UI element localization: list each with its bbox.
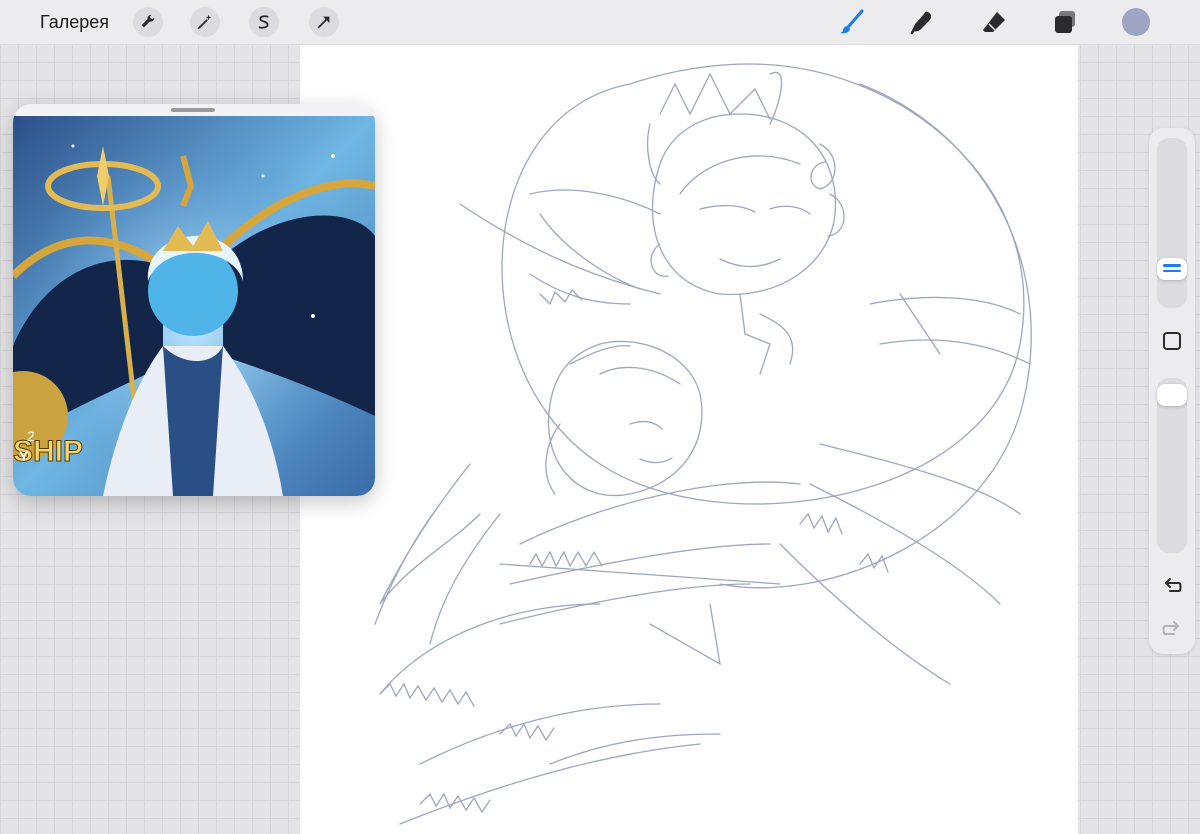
drawing-canvas[interactable] — [300, 44, 1078, 834]
size-indicator — [1163, 264, 1181, 267]
top-toolbar: Галерея — [0, 0, 1200, 45]
eraser-icon — [983, 12, 1005, 32]
smudge-icon — [910, 11, 932, 35]
brush-size-slider[interactable] — [1157, 138, 1187, 308]
wrench-icon — [141, 14, 155, 28]
transform-button[interactable] — [309, 7, 339, 37]
undo-icon[interactable] — [1161, 575, 1183, 597]
eraser-tool-button[interactable] — [980, 8, 1008, 36]
redo-icon[interactable] — [1161, 618, 1183, 640]
layers-icon — [1055, 11, 1075, 33]
brush-tool-button[interactable] — [838, 8, 866, 36]
brush-size-thumb[interactable] — [1157, 258, 1187, 280]
reference-window[interactable]: SHIP 2 Y — [13, 104, 375, 496]
opacity-thumb[interactable] — [1157, 384, 1187, 406]
actions-button[interactable] — [133, 7, 163, 37]
right-sidebar — [1149, 128, 1195, 654]
adjustments-button[interactable] — [190, 7, 220, 37]
gallery-button[interactable]: Галерея — [40, 12, 109, 33]
size-indicator-2 — [1163, 270, 1181, 272]
transform-arrow-icon — [317, 16, 330, 29]
reference-grabber-handle[interactable] — [171, 108, 215, 112]
smudge-tool-button[interactable] — [908, 8, 936, 36]
reference-overlay-number: 2 — [27, 428, 35, 444]
brush-icon — [840, 9, 864, 34]
modify-button[interactable] — [1163, 332, 1181, 350]
sketch-artwork — [374, 63, 1032, 825]
selection-s-icon — [258, 15, 269, 29]
reference-image: SHIP 2 Y — [13, 116, 375, 496]
selection-button[interactable] — [249, 7, 279, 37]
reference-overlay-letter: Y — [19, 448, 29, 464]
magic-wand-icon — [197, 14, 212, 30]
layers-button[interactable] — [1051, 8, 1079, 36]
color-swatch-button[interactable] — [1122, 8, 1150, 36]
